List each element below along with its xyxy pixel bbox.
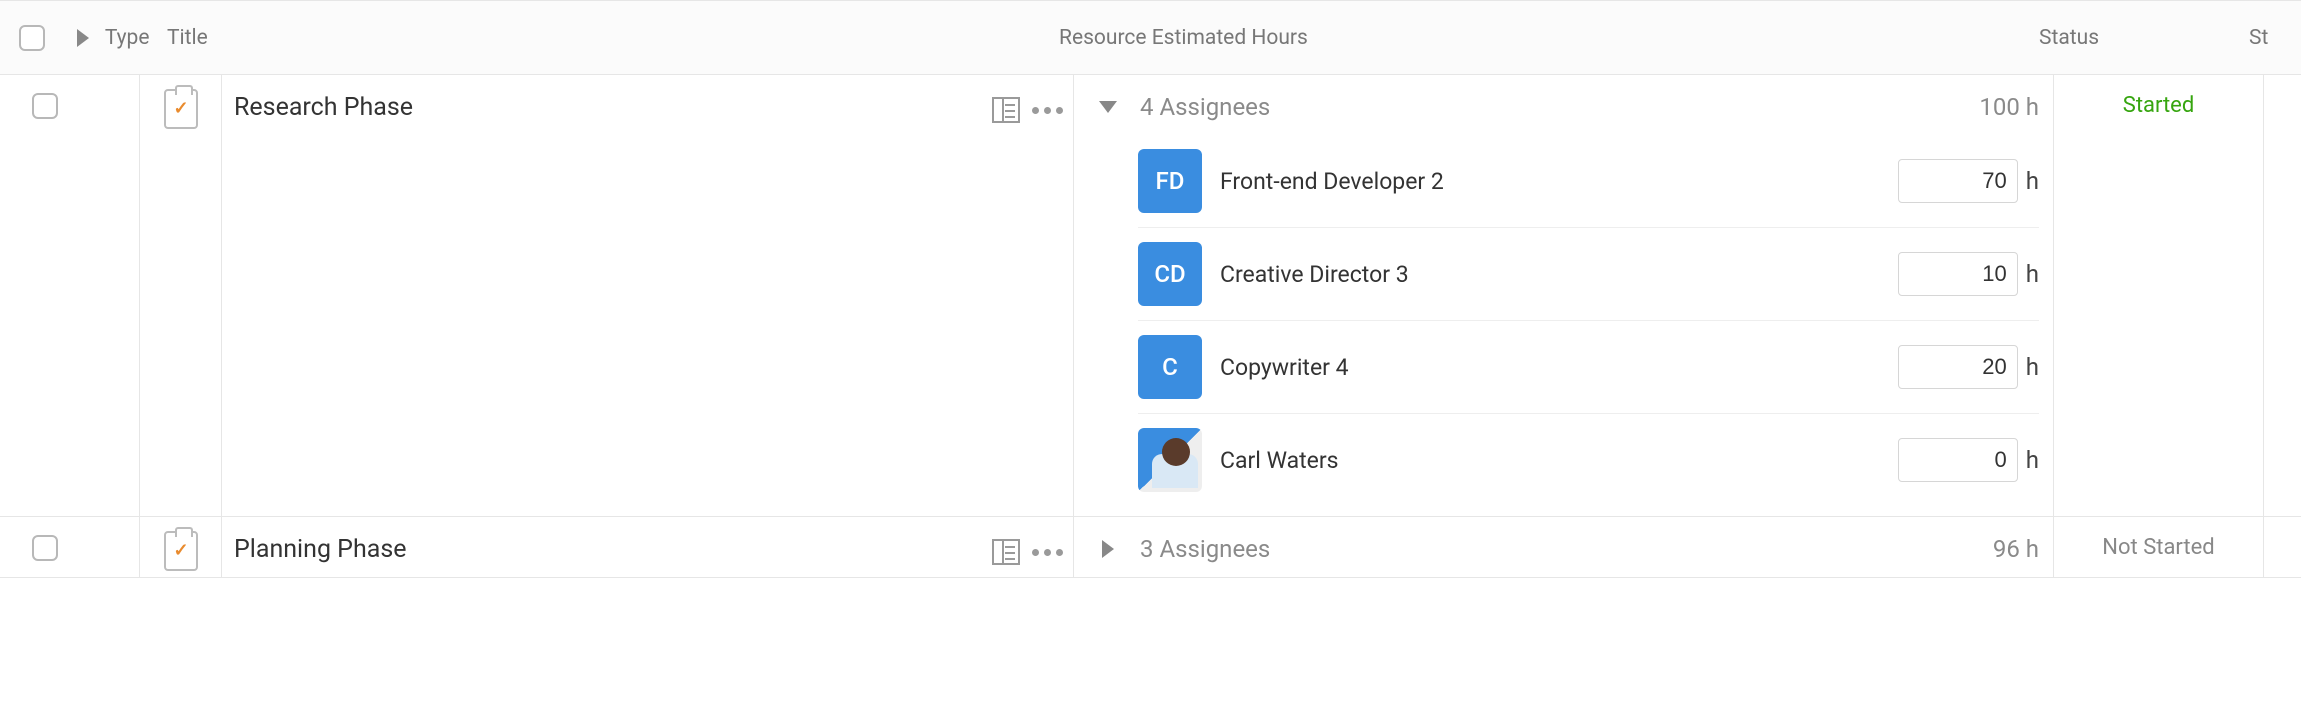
- hours-unit: h: [2026, 260, 2039, 288]
- row-expand-gutter: [90, 517, 140, 577]
- row-title-cell[interactable]: Research Phase: [222, 75, 1074, 516]
- hours-input[interactable]: [1898, 159, 2018, 203]
- assignee-name: Carl Waters: [1220, 447, 1898, 474]
- header-expand-cell: [65, 29, 101, 47]
- expand-all-icon[interactable]: [77, 29, 89, 47]
- hours-unit: h: [2026, 446, 2039, 474]
- assignee-count: 3 Assignees: [1140, 535, 1993, 563]
- assignee-name: Creative Director 3: [1220, 261, 1898, 288]
- table-header: Type Title Resource Estimated Hours Stat…: [0, 0, 2301, 75]
- row-type-cell: [140, 75, 222, 516]
- collapse-assignees-icon[interactable]: [1096, 101, 1120, 113]
- task-type-icon: [164, 89, 198, 129]
- row-title[interactable]: Planning Phase: [234, 535, 992, 564]
- hours-input[interactable]: [1898, 438, 2018, 482]
- hours-group: h: [1898, 159, 2039, 203]
- row-checkbox-cell: [0, 517, 90, 577]
- more-actions-icon[interactable]: [1032, 549, 1063, 556]
- hours-group: h: [1898, 438, 2039, 482]
- assignee-list: FD Front-end Developer 2 h CD Creative Direc…: [1074, 135, 2053, 516]
- hours-group: h: [1898, 252, 2039, 296]
- header-status[interactable]: Status: [2031, 26, 2241, 50]
- hours-input[interactable]: [1898, 345, 2018, 389]
- assignee-count: 4 Assignees: [1140, 93, 1979, 121]
- header-title[interactable]: Title: [161, 26, 1051, 50]
- row-resource-cell: 3 Assignees96 h: [1074, 517, 2054, 577]
- row-checkbox[interactable]: [32, 93, 58, 119]
- avatar-initials[interactable]: CD: [1138, 242, 1202, 306]
- table-row: Research Phase 4 Assignees100 h FD Front-en…: [0, 75, 2301, 517]
- header-resource[interactable]: Resource Estimated Hours: [1051, 26, 2031, 50]
- row-checkbox[interactable]: [32, 535, 58, 561]
- assignee-summary[interactable]: 4 Assignees100 h: [1074, 75, 2053, 135]
- row-expand-gutter: [90, 75, 140, 516]
- avatar-initials[interactable]: FD: [1138, 149, 1202, 213]
- row-actions: [992, 535, 1063, 565]
- select-all-checkbox[interactable]: [19, 25, 45, 51]
- row-status[interactable]: Started: [2054, 75, 2264, 516]
- table-row: Planning Phase3 Assignees96 hNot Started: [0, 517, 2301, 578]
- hours-input[interactable]: [1898, 252, 2018, 296]
- assignee-row: Carl Waters h: [1138, 414, 2039, 516]
- task-table: Type Title Resource Estimated Hours Stat…: [0, 0, 2301, 578]
- total-hours: 96 h: [1993, 535, 2039, 563]
- chevron-right-icon: [1102, 540, 1114, 558]
- hours-unit: h: [2026, 167, 2039, 195]
- row-resource-cell: 4 Assignees100 h FD Front-end Developer 2 h…: [1074, 75, 2054, 516]
- hours-group: h: [1898, 345, 2039, 389]
- expand-assignees-icon[interactable]: [1096, 540, 1120, 558]
- row-checkbox-cell: [0, 75, 90, 516]
- row-title-cell[interactable]: Planning Phase: [222, 517, 1074, 577]
- row-type-cell: [140, 517, 222, 577]
- assignee-summary[interactable]: 3 Assignees96 h: [1074, 517, 2053, 577]
- total-hours: 100 h: [1979, 93, 2039, 121]
- hours-unit: h: [2026, 353, 2039, 381]
- open-details-icon[interactable]: [992, 539, 1020, 565]
- open-details-icon[interactable]: [992, 97, 1020, 123]
- row-title[interactable]: Research Phase: [234, 93, 992, 122]
- assignee-row: CD Creative Director 3 h: [1138, 228, 2039, 321]
- avatar-photo[interactable]: [1138, 428, 1202, 492]
- header-type[interactable]: Type: [101, 26, 161, 50]
- header-status-2[interactable]: St: [2241, 26, 2301, 50]
- chevron-down-icon: [1099, 101, 1117, 113]
- more-actions-icon[interactable]: [1032, 107, 1063, 114]
- assignee-name: Front-end Developer 2: [1220, 168, 1898, 195]
- row-status[interactable]: Not Started: [2054, 517, 2264, 577]
- assignee-name: Copywriter 4: [1220, 354, 1898, 381]
- avatar-initials[interactable]: C: [1138, 335, 1202, 399]
- assignee-row: C Copywriter 4 h: [1138, 321, 2039, 414]
- header-checkbox-cell: [0, 25, 65, 51]
- task-type-icon: [164, 531, 198, 571]
- row-actions: [992, 93, 1063, 123]
- assignee-row: FD Front-end Developer 2 h: [1138, 135, 2039, 228]
